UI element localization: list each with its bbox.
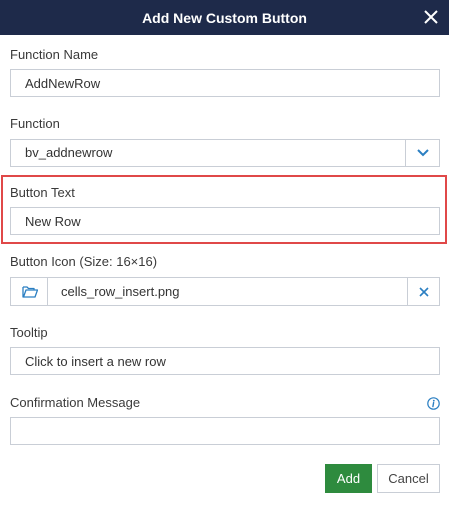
close-icon[interactable] bbox=[421, 7, 441, 27]
clear-icon bbox=[419, 287, 429, 297]
info-icon[interactable] bbox=[427, 397, 440, 410]
tooltip-input[interactable] bbox=[10, 347, 440, 375]
button-icon-filename: cells_row_insert.png bbox=[61, 284, 180, 299]
folder-open-icon bbox=[22, 286, 38, 298]
function-select[interactable]: bv_addnewrow bbox=[10, 139, 440, 167]
function-dropdown-button[interactable] bbox=[405, 140, 439, 166]
button-text-label: Button Text bbox=[10, 185, 75, 200]
confirmation-message-label: Confirmation Message bbox=[10, 395, 141, 410]
function-name-label: Function Name bbox=[10, 47, 99, 62]
dialog-title: Add New Custom Button bbox=[142, 10, 307, 26]
tooltip-label: Tooltip bbox=[10, 325, 48, 340]
button-icon-field: cells_row_insert.png bbox=[10, 277, 440, 306]
confirmation-message-input[interactable] bbox=[10, 417, 440, 445]
function-label: Function bbox=[10, 116, 60, 131]
function-select-value: bv_addnewrow bbox=[25, 145, 113, 160]
browse-button[interactable] bbox=[11, 278, 48, 305]
chevron-down-icon bbox=[417, 149, 429, 157]
dialog-titlebar: Add New Custom Button bbox=[0, 0, 449, 35]
clear-icon-button[interactable] bbox=[407, 278, 439, 305]
cancel-button[interactable]: Cancel bbox=[377, 464, 440, 493]
add-button[interactable]: Add bbox=[325, 464, 372, 493]
button-icon-label: Button Icon (Size: 16×16) bbox=[10, 254, 158, 269]
button-text-input[interactable] bbox=[10, 207, 440, 235]
function-name-input[interactable] bbox=[10, 69, 440, 97]
